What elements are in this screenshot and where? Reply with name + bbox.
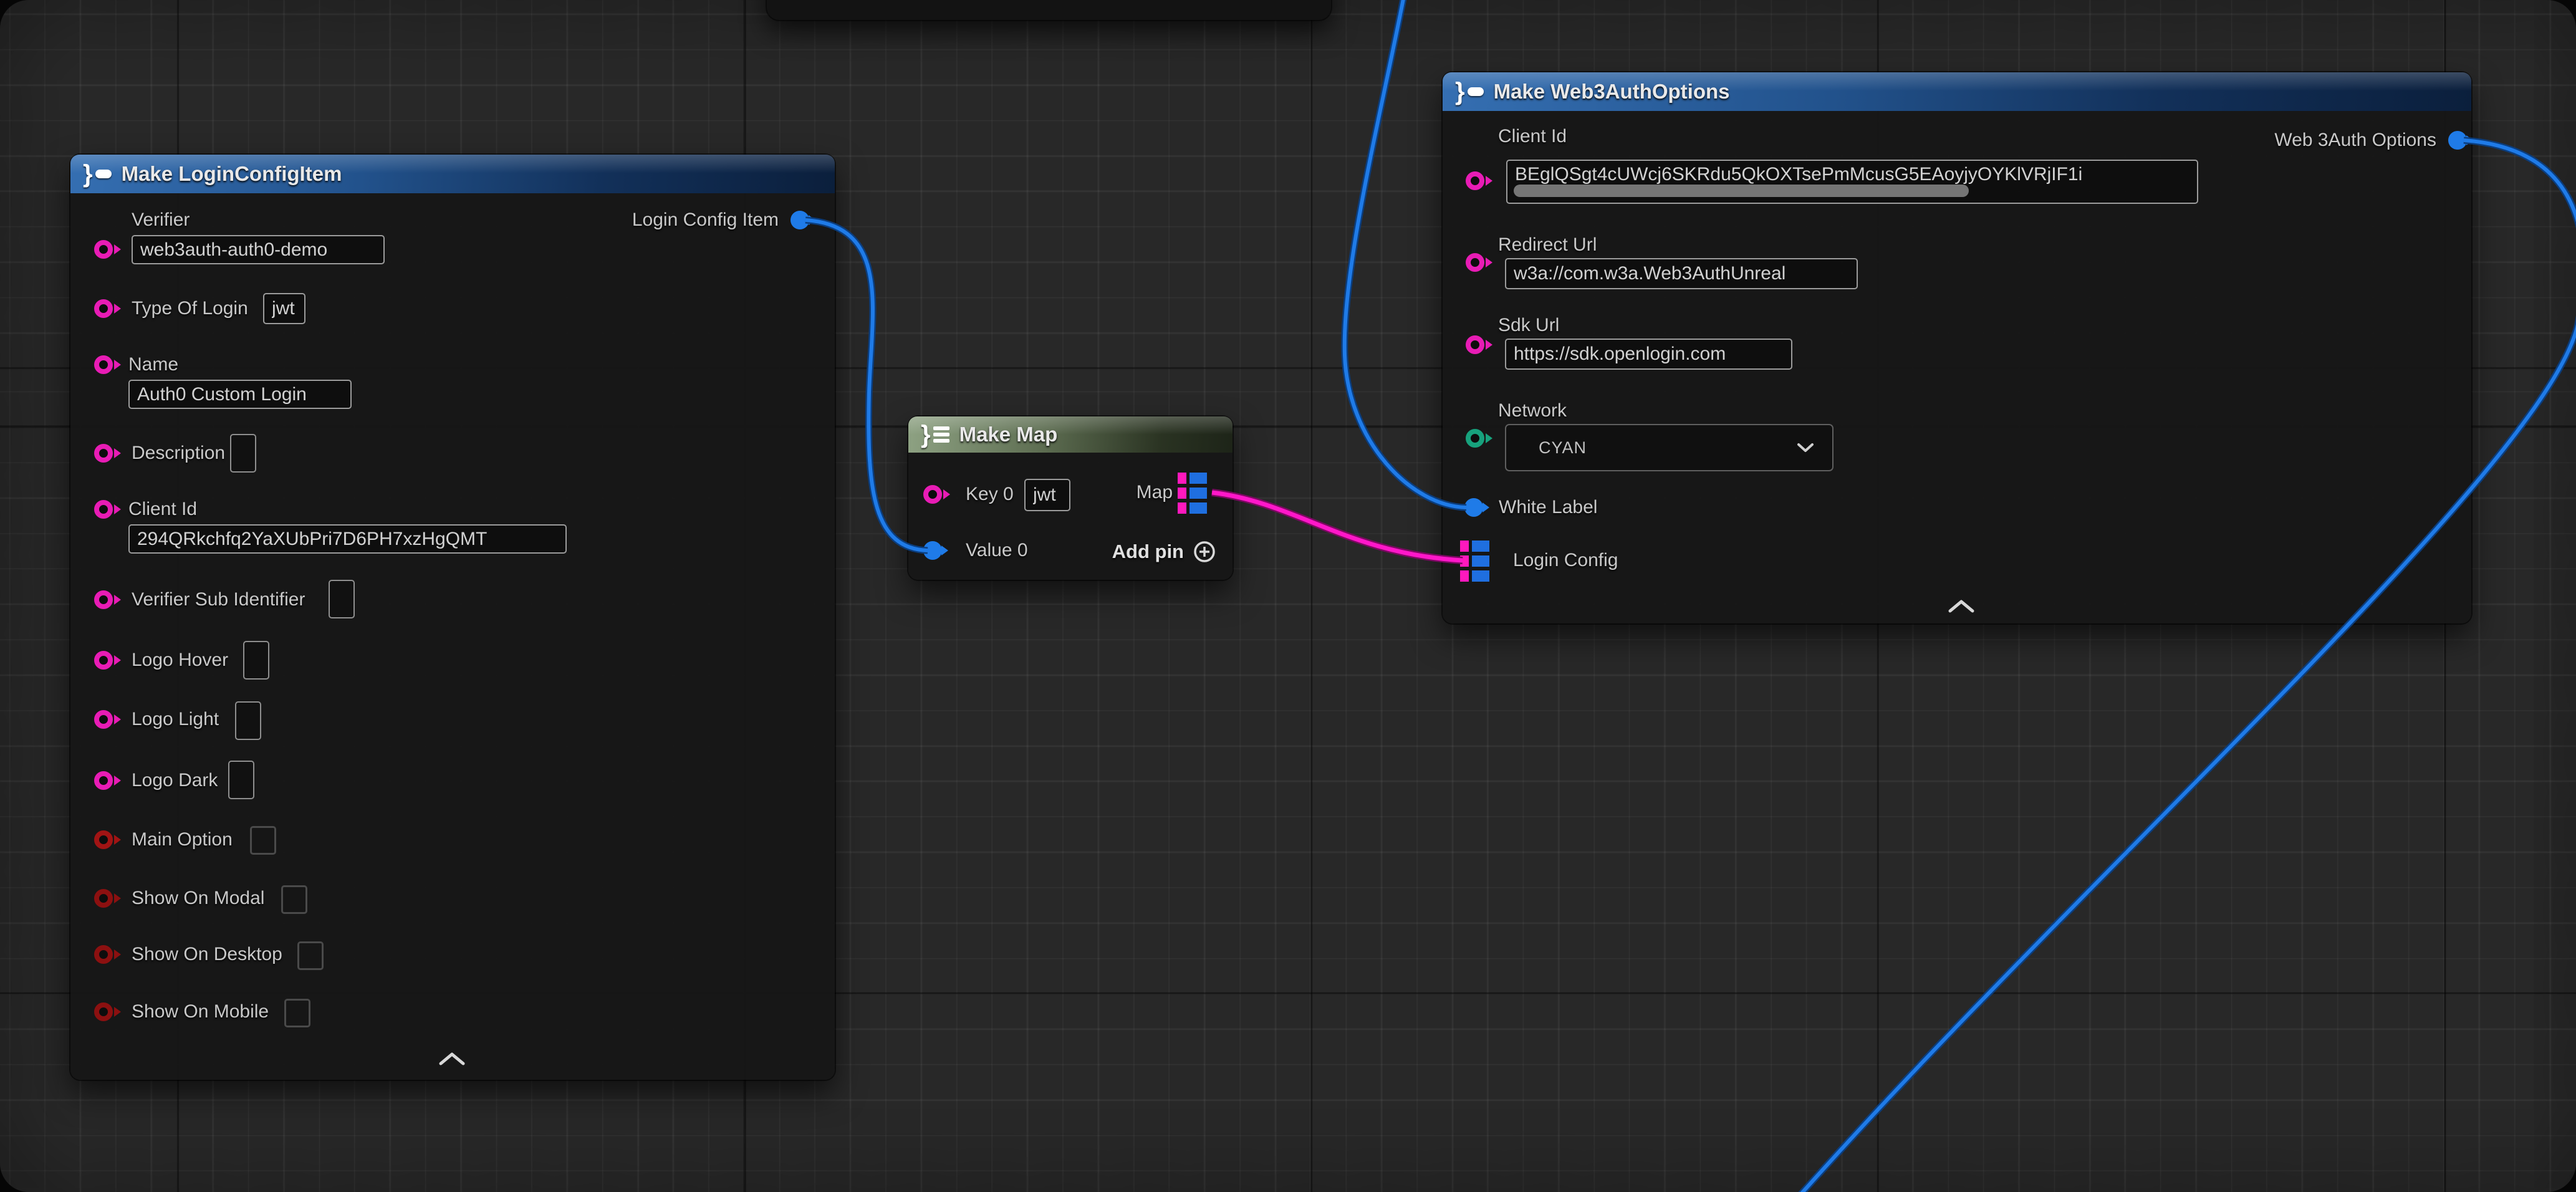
pin-label-sdk-url: Sdk Url — [1498, 314, 1559, 337]
pin-key-0[interactable] — [923, 485, 942, 504]
collapse-chevron-icon[interactable] — [437, 1051, 467, 1067]
pin-label-value-0: Value 0 — [966, 539, 1028, 562]
node-make-loginconfigitem[interactable]: } Make LoginConfigItem Login Config Item… — [70, 155, 835, 1080]
pin-label-type-of-login: Type Of Login — [132, 297, 248, 320]
key-0-input[interactable] — [1024, 479, 1070, 511]
pin-label-logo-light: Logo Light — [132, 708, 219, 731]
verifier-input[interactable] — [132, 235, 385, 264]
collapse-chevron-icon[interactable] — [1946, 598, 1976, 615]
pin-label-verifier: Verifier — [132, 208, 190, 232]
logo-dark-input[interactable] — [228, 761, 254, 799]
main-option-checkbox[interactable] — [250, 826, 276, 855]
add-pin-label: Add pin — [1112, 541, 1184, 563]
pin-verifier[interactable] — [94, 240, 113, 259]
node-make-map[interactable]: } Make Map Key 0 Map Value 0 Add pin — [908, 416, 1233, 580]
client-id-input[interactable] — [128, 524, 567, 554]
pin-label-client-id: Client Id — [1498, 125, 1567, 148]
pin-label-white-label: White Label — [1499, 496, 1597, 519]
pin-client-id[interactable] — [94, 500, 113, 519]
output-pin-login-config-item[interactable] — [791, 211, 809, 229]
node-title: Make LoginConfigItem — [122, 162, 342, 186]
pin-verifier-sub-identifier[interactable] — [94, 590, 113, 609]
node-header[interactable]: } Make Web3AuthOptions — [1443, 72, 2471, 111]
pin-label-client-id: Client Id — [128, 497, 197, 521]
pin-label-show-on-mobile: Show On Mobile — [132, 1000, 269, 1024]
name-input[interactable] — [128, 380, 352, 409]
offscreen-node-edge[interactable] — [767, 0, 1331, 20]
verifier-sub-identifier-input[interactable] — [329, 580, 355, 618]
node-header[interactable]: } Make Map — [908, 416, 1233, 453]
output-pin-label: Map — [1137, 481, 1173, 504]
pin-label-main-option: Main Option — [132, 828, 233, 852]
pin-label-logo-hover: Logo Hover — [132, 648, 228, 672]
output-pin-label: Web 3Auth Options — [2274, 128, 2436, 152]
pin-label-logo-dark: Logo Dark — [132, 769, 218, 792]
show-on-desktop-checkbox[interactable] — [297, 941, 324, 970]
client-id-hscrollbar[interactable] — [1514, 185, 1969, 197]
pin-label-login-config: Login Config — [1513, 549, 1618, 572]
pin-label-description: Description — [132, 441, 225, 465]
pin-label-key-0: Key 0 — [966, 483, 1014, 506]
output-pin-map[interactable] — [1178, 473, 1208, 514]
pin-label-verifier-sub-identifier: Verifier Sub Identifier — [132, 588, 305, 612]
sdk-url-input[interactable] — [1505, 339, 1792, 370]
make-struct-icon: } — [1455, 79, 1484, 104]
make-map-icon: } — [921, 422, 949, 447]
pin-label-name: Name — [128, 353, 178, 377]
node-title: Make Web3AuthOptions — [1494, 80, 1730, 103]
pin-description[interactable] — [94, 444, 113, 463]
pin-white-label[interactable] — [1464, 498, 1483, 517]
show-on-mobile-checkbox[interactable] — [284, 999, 310, 1027]
pin-main-option[interactable] — [94, 830, 113, 849]
pin-sdk-url[interactable] — [1466, 335, 1484, 354]
pin-login-config-map[interactable] — [1460, 541, 1490, 582]
node-title: Make Map — [959, 423, 1058, 446]
pin-logo-dark[interactable] — [94, 771, 113, 790]
node-make-web3authoptions[interactable]: } Make Web3AuthOptions Web 3Auth Options… — [1443, 72, 2471, 623]
pin-type-of-login[interactable] — [94, 299, 113, 318]
show-on-modal-checkbox[interactable] — [281, 885, 307, 914]
network-selected-value: CYAN — [1539, 438, 1587, 458]
type-of-login-input[interactable] — [263, 293, 305, 324]
pin-name[interactable] — [94, 355, 113, 374]
make-struct-icon: } — [83, 161, 112, 186]
pin-show-on-mobile[interactable] — [94, 1002, 113, 1021]
logo-light-input[interactable] — [235, 701, 261, 740]
pin-logo-light[interactable] — [94, 710, 113, 729]
logo-hover-input[interactable] — [243, 641, 269, 680]
pin-value-0[interactable] — [923, 541, 942, 560]
description-input[interactable] — [230, 434, 256, 473]
node-header[interactable]: } Make LoginConfigItem — [70, 155, 835, 193]
pin-show-on-modal[interactable] — [94, 889, 113, 908]
pin-show-on-desktop[interactable] — [94, 945, 113, 964]
pin-client-id[interactable] — [1466, 171, 1484, 190]
output-pin-web3auth-options[interactable] — [2448, 131, 2467, 150]
wire-map-to-login-config[interactable] — [1212, 493, 1463, 560]
pin-label-redirect-url: Redirect Url — [1498, 233, 1597, 257]
pin-network[interactable] — [1466, 429, 1484, 448]
network-dropdown[interactable]: CYAN — [1505, 424, 1833, 471]
output-pin-label: Login Config Item — [632, 208, 779, 232]
redirect-url-input[interactable] — [1505, 258, 1858, 289]
pin-label-show-on-desktop: Show On Desktop — [132, 943, 282, 966]
client-id-value: BEglQSgt4cUWcj6SKRdu5QkOXTsePmMcusG5EAoy… — [1515, 164, 2082, 185]
blueprint-graph-canvas[interactable]: } Make LoginConfigItem Login Config Item… — [0, 0, 2576, 1192]
add-pin-button[interactable]: Add pin — [1112, 540, 1216, 564]
plus-circle-icon — [1193, 540, 1216, 564]
pin-logo-hover[interactable] — [94, 651, 113, 670]
pin-redirect-url[interactable] — [1466, 253, 1484, 272]
pin-label-show-on-modal: Show On Modal — [132, 887, 264, 910]
client-id-input[interactable]: BEglQSgt4cUWcj6SKRdu5QkOXTsePmMcusG5EAoy… — [1506, 160, 2198, 204]
pin-label-network: Network — [1498, 399, 1567, 423]
chevron-down-icon — [1796, 442, 1815, 453]
